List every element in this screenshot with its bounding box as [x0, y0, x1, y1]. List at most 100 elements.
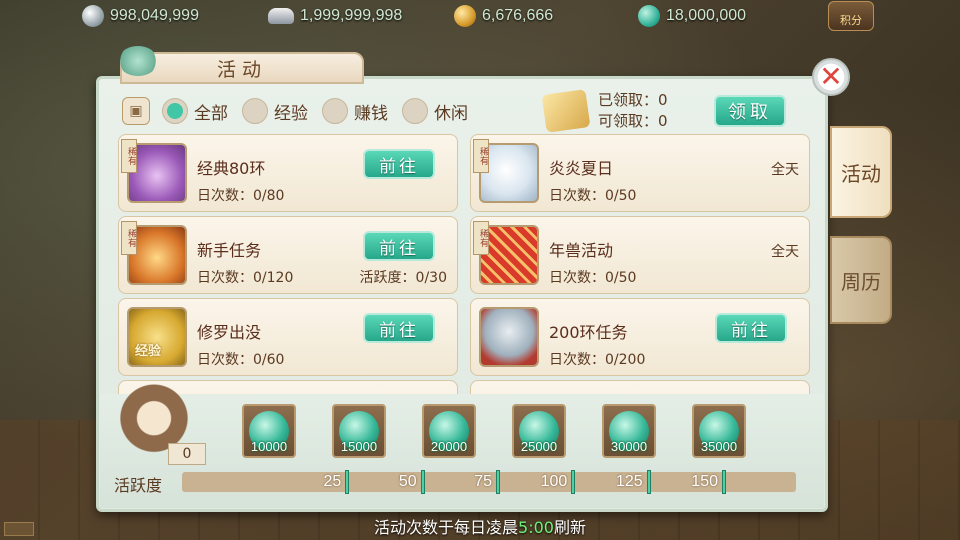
currency-bar: 998,049,999 1,999,999,998 6,676,666 18,0…	[0, 0, 960, 32]
reward-chest[interactable]: 30000	[602, 404, 656, 458]
activity-vitality: 活跃度：0/30	[359, 270, 447, 286]
milestone-value: 75	[474, 473, 492, 490]
activity-name: 200环任务	[549, 323, 628, 342]
filter-row: ▣ 全部 经验 赚钱 休闲	[122, 94, 478, 128]
panel-title: 活动	[216, 58, 267, 81]
go-button[interactable]: 前往	[363, 313, 435, 343]
corner-button[interactable]	[4, 522, 34, 536]
silver-ingot-icon	[268, 8, 294, 24]
silver-coin-icon	[82, 5, 104, 27]
jade-icon	[638, 5, 660, 27]
activity-count: 日次数：0/120	[197, 270, 294, 286]
tea-set-icon	[479, 307, 539, 367]
radio-icon	[402, 98, 428, 124]
panel-title-tab: 活动	[118, 46, 364, 84]
activity-card[interactable]: 稀有 经典80环 日次数：0/80 前往	[118, 134, 458, 212]
reward-chest[interactable]: 20000	[422, 404, 476, 458]
go-button[interactable]: 前往	[715, 313, 787, 343]
points-badge-label: 积分	[840, 14, 862, 27]
activity-card[interactable]: 经验 修罗出没 日次数：0/60 前往	[118, 298, 458, 376]
refresh-note: 活动次数于每日凌晨5:00刷新	[0, 514, 960, 538]
vitality-milestone: 150	[646, 470, 726, 494]
lotus-ornament-icon	[118, 46, 158, 76]
filter-label: 经验	[274, 103, 308, 124]
activity-card-partial[interactable]	[470, 380, 810, 394]
refresh-note-prefix: 活动次数于每日凌晨	[374, 518, 519, 537]
currency-jade: 18,000,000	[638, 3, 746, 29]
vitality-milestone: 125	[571, 470, 651, 494]
activity-time: 全天	[771, 244, 799, 260]
reward-chest[interactable]: 35000	[692, 404, 746, 458]
currency-value: 998,049,999	[110, 7, 199, 24]
reward-chest[interactable]: 10000	[242, 404, 296, 458]
filter-leisure[interactable]: 休闲	[402, 98, 468, 124]
milestone-tick	[722, 470, 726, 494]
refresh-note-suffix: 刷新	[553, 518, 586, 537]
tab-weekly-calendar[interactable]: 周历	[830, 236, 892, 324]
claim-button[interactable]: 领取	[714, 95, 786, 127]
vitality-milestone: 75	[420, 470, 500, 494]
activity-list: 稀有 经典80环 日次数：0/80 前往 稀有 炎炎夏日 日次数：0/50 全天…	[118, 134, 810, 394]
reward-amount: 10000	[250, 439, 288, 454]
vitality-milestone: 50	[345, 470, 425, 494]
activity-time: 全天	[771, 162, 799, 178]
currency-silver-coin: 998,049,999	[82, 3, 199, 29]
filter-exp[interactable]: 经验	[242, 98, 308, 124]
reward-chest[interactable]: 15000	[332, 404, 386, 458]
claim-info: 已领取：0 可领取：0	[598, 90, 668, 132]
milestone-value: 100	[540, 473, 568, 490]
filter-money[interactable]: 赚钱	[322, 98, 388, 124]
tab-activity[interactable]: 活动	[830, 126, 892, 218]
activity-card[interactable]: 200环任务 日次数：0/200 前往	[470, 298, 810, 376]
activity-count: 日次数：0/80	[197, 188, 285, 204]
go-button[interactable]: 前往	[363, 149, 435, 179]
activity-count: 日次数：0/50	[549, 188, 637, 204]
tab-label: 活动	[841, 161, 881, 186]
currency-value: 1,999,999,998	[300, 7, 403, 24]
activity-card[interactable]: 稀有 年兽活动 日次数：0/50 全天	[470, 216, 810, 294]
reward-amount: 30000	[610, 439, 648, 454]
vitality-milestone: 100	[495, 470, 576, 494]
tab-label: 周历	[841, 269, 881, 294]
activity-name: 年兽活动	[549, 241, 614, 260]
reward-amount: 35000	[700, 439, 738, 454]
reward-amount: 25000	[520, 439, 558, 454]
activity-card[interactable]: 稀有 炎炎夏日 日次数：0/50 全天	[470, 134, 810, 212]
reward-chest[interactable]: 25000	[512, 404, 566, 458]
filter-label: 赚钱	[354, 103, 388, 124]
activity-card[interactable]: 稀有 新手任务 日次数：0/120 活跃度：0/30 前往	[118, 216, 458, 294]
filter-all[interactable]: 全部	[162, 98, 228, 124]
radio-icon	[322, 98, 348, 124]
rare-tag: 稀有	[473, 221, 489, 255]
filter-label: 全部	[194, 103, 228, 124]
filter-label: 休闲	[434, 103, 468, 124]
vitality-label: 活跃度	[114, 476, 163, 495]
gift-box-icon	[541, 89, 591, 133]
reward-amount: 20000	[430, 439, 468, 454]
milestone-value: 125	[615, 473, 643, 490]
reward-amount: 15000	[340, 439, 378, 454]
thumb-label: 经验	[135, 344, 162, 359]
activity-name: 新手任务	[197, 241, 262, 260]
currency-gold-coin: 6,676,666	[454, 3, 553, 29]
radio-icon	[242, 98, 268, 124]
activity-count: 日次数：0/200	[549, 352, 646, 368]
activity-name: 炎炎夏日	[549, 159, 614, 178]
radio-selected-icon	[162, 98, 188, 124]
available-count: 可领取：0	[598, 112, 668, 130]
currency-value: 6,676,666	[482, 7, 554, 24]
currency-value: 18,000,000	[666, 7, 747, 24]
rare-tag: 稀有	[473, 139, 489, 173]
vitality-milestone: 25	[269, 470, 350, 494]
points-badge-button[interactable]: 积分	[828, 1, 874, 31]
currency-silver-ingot: 1,999,999,998	[268, 3, 402, 29]
close-button[interactable]: ✕	[812, 58, 850, 96]
activity-name: 修罗出没	[197, 323, 262, 342]
rare-tag: 稀有	[121, 139, 137, 173]
activity-count: 日次数：0/50	[549, 270, 637, 286]
activity-count: 日次数：0/60	[197, 352, 285, 368]
go-button[interactable]: 前往	[363, 231, 435, 261]
claimed-count: 已领取：0	[598, 91, 668, 109]
experience-gourd-icon: 经验	[127, 307, 187, 367]
milestone-value: 25	[323, 473, 342, 490]
